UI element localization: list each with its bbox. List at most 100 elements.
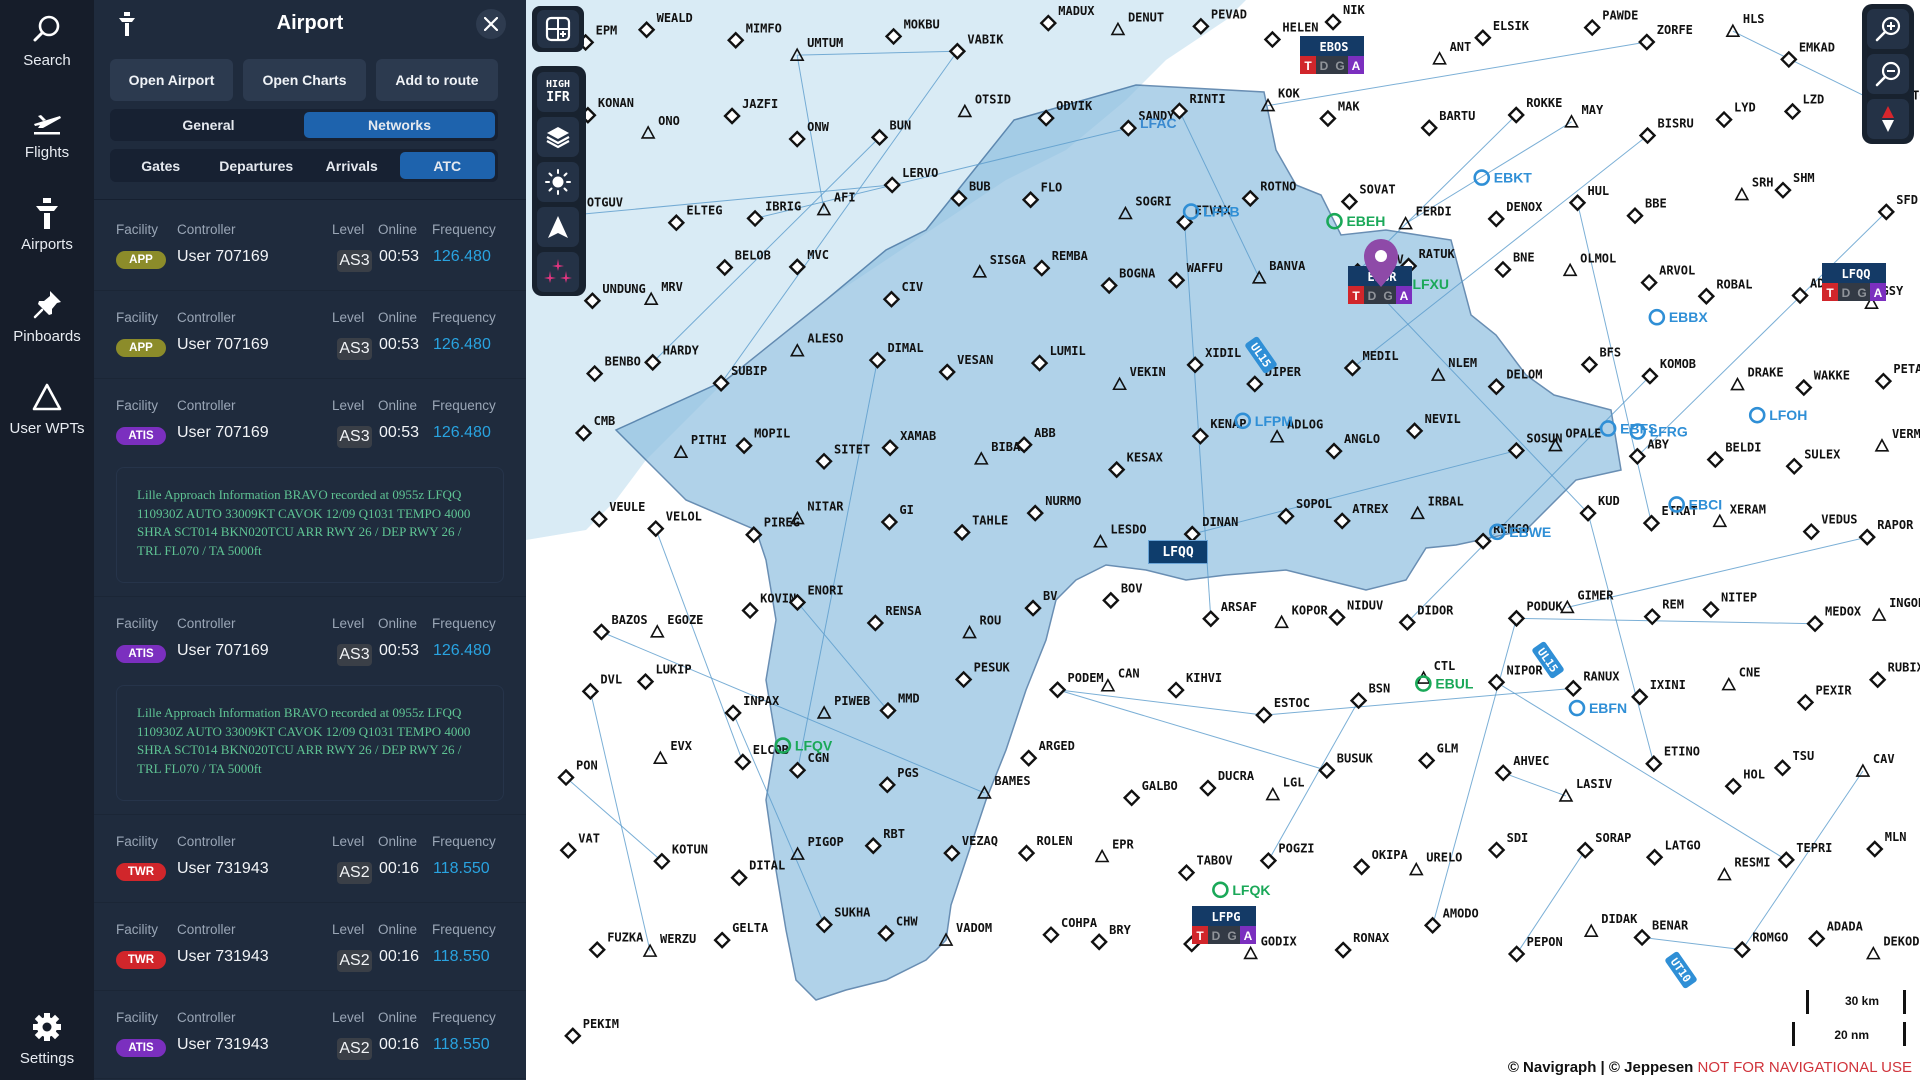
waypoint[interactable]: SDI [1487, 831, 1529, 859]
waypoint[interactable]: KIHVI [1167, 671, 1222, 699]
waypoint[interactable]: BENAR [1633, 918, 1689, 947]
waypoint[interactable]: WERZU [642, 932, 696, 957]
waypoint[interactable]: EVX [652, 739, 693, 764]
map-view[interactable]: EPM WEALD MIMFO UMTUM MOKBU VABIK MADUX DENUT PE… [526, 0, 1920, 1080]
waypoint[interactable]: ROMGO [1733, 931, 1788, 959]
waypoint[interactable]: REM [1643, 598, 1684, 626]
north-up-button[interactable] [537, 207, 579, 247]
waypoint[interactable]: WAKKE [1795, 369, 1850, 397]
waypoint[interactable]: LASIV [1558, 777, 1612, 802]
airport-marker[interactable]: LFQK [1212, 881, 1270, 899]
waypoint[interactable]: ZORFE [1638, 23, 1693, 51]
waypoint[interactable]: ABY [1628, 437, 1670, 466]
waypoint[interactable]: ANT [1432, 40, 1472, 65]
waypoint[interactable]: ELSIK [1474, 19, 1530, 47]
waypoint[interactable]: NITEP [1702, 591, 1757, 619]
waypoint[interactable]: LUKIP [636, 663, 692, 691]
waypoint[interactable]: DIDOR [1398, 603, 1454, 632]
waypoint[interactable]: INGOR [1871, 596, 1920, 621]
airport-marker[interactable]: EBFN [1568, 699, 1627, 717]
waypoint[interactable]: GELTA [713, 921, 769, 949]
waypoint[interactable]: OLMOL [1562, 251, 1616, 277]
airport-marker[interactable]: LFOH [1748, 406, 1807, 424]
waypoint[interactable]: BELDI [1706, 441, 1761, 469]
close-button[interactable] [476, 9, 506, 39]
waypoint[interactable]: CNE [1721, 666, 1761, 691]
waypoint[interactable]: SOVAT [1340, 183, 1396, 211]
waypoint[interactable]: URELO [1408, 851, 1462, 876]
waypoint[interactable]: VELOL [647, 510, 702, 538]
waypoint[interactable]: HUL [1568, 184, 1609, 212]
waypoint[interactable]: AMODO [1423, 906, 1479, 935]
atc-controller-list[interactable]: Facility Controller Level Online Frequen… [94, 203, 526, 1079]
waypoint[interactable]: AHVEC [1494, 754, 1549, 782]
waypoint[interactable]: KOMOB [1641, 357, 1696, 385]
zoom-out-button[interactable] [1867, 54, 1909, 94]
open-charts-button[interactable]: Open Charts [243, 59, 366, 101]
waypoint[interactable]: VAT [559, 831, 600, 859]
atc-controller-row[interactable]: Facility Controller Level Online Frequen… [94, 597, 526, 685]
waypoint[interactable]: LATGO [1645, 838, 1701, 866]
tab-departures[interactable]: Departures [209, 152, 305, 179]
frequency-value[interactable]: 126.480 [433, 248, 491, 266]
chart-type-button[interactable]: HIGH IFR [537, 72, 579, 112]
waypoint[interactable]: RAPOR [1858, 518, 1914, 546]
waypoint[interactable]: PEPON [1507, 935, 1563, 963]
airport-marker[interactable]: EBEH [1326, 212, 1385, 230]
waypoint[interactable]: BRY [1090, 923, 1132, 951]
waypoint[interactable]: BARTU [1420, 109, 1475, 137]
tab-atc[interactable]: ATC [399, 152, 495, 179]
waypoint[interactable]: ADADA [1808, 920, 1864, 948]
waypoint[interactable]: MAK [1319, 99, 1360, 128]
waypoint[interactable]: HLS [1725, 12, 1765, 38]
waypoint[interactable]: FERDI [1398, 205, 1452, 230]
waypoint[interactable]: BNE [1494, 250, 1535, 279]
waypoint[interactable]: VEDUS [1802, 513, 1857, 541]
waypoint[interactable]: DIDAK [1583, 912, 1638, 937]
layers-button[interactable] [537, 117, 579, 157]
waypoint[interactable]: SRH [1734, 176, 1774, 201]
waypoint[interactable]: KOPOR [1274, 603, 1329, 629]
frequency-value[interactable]: 126.480 [433, 336, 491, 354]
theme-button[interactable] [537, 162, 579, 202]
map-canvas[interactable]: EPM WEALD MIMFO UMTUM MOKBU VABIK MADUX DENUT PE… [526, 0, 1920, 1080]
waypoint[interactable]: MAY [1564, 103, 1604, 128]
atc-controller-row[interactable]: Facility Controller Level Online Frequen… [94, 379, 526, 467]
atc-station-tag[interactable]: LFQQ T D G A [1822, 263, 1886, 301]
waypoint[interactable]: ROKKE [1507, 96, 1562, 124]
nav-user-wpts[interactable]: User WPTs [0, 380, 94, 437]
atc-controller-row[interactable]: Facility Controller Level Online Frequen… [94, 991, 526, 1079]
nav-flights[interactable]: Flights [0, 104, 94, 161]
atc-controller-row[interactable]: Facility Controller Level Online Frequen… [94, 815, 526, 903]
zoom-in-button[interactable] [1867, 9, 1909, 49]
waypoint[interactable]: EGOZE [649, 613, 703, 638]
nav-search[interactable]: Search [0, 12, 94, 69]
waypoint[interactable]: MLN [1866, 830, 1907, 858]
waypoint[interactable]: IXINI [1631, 678, 1686, 706]
waypoint[interactable]: KUD [1579, 494, 1620, 522]
waypoint[interactable]: GIMER [1560, 588, 1614, 614]
waypoint[interactable]: PODUK [1507, 599, 1563, 628]
tab-gates[interactable]: Gates [113, 152, 209, 179]
nav-pinboards[interactable]: Pinboards [0, 288, 94, 345]
atc-controller-row[interactable]: Facility Controller Level Online Frequen… [94, 291, 526, 379]
waypoint[interactable]: SORAP [1576, 831, 1631, 859]
waypoint[interactable]: RONAX [1334, 931, 1390, 959]
atc-controller-row[interactable]: Facility Controller Level Online Frequen… [94, 203, 526, 291]
waypoint[interactable]: EMKAD [1780, 40, 1835, 69]
waypoint[interactable]: NIDUV [1328, 598, 1383, 627]
waypoint[interactable]: OKIPA [1352, 848, 1409, 876]
waypoint[interactable]: PEKIM [564, 1017, 619, 1045]
waypoint[interactable]: DUCRA [1199, 769, 1255, 797]
waypoint[interactable]: PAWDE [1583, 9, 1638, 37]
waypoint[interactable]: RESMI [1717, 856, 1771, 881]
atc-station-tag[interactable]: EBOS T D G A [1300, 36, 1364, 74]
waypoint[interactable]: BAZOS [592, 613, 648, 641]
waypoint[interactable]: ESTOC [1255, 696, 1310, 724]
atc-controller-row[interactable]: Facility Controller Level Online Frequen… [94, 903, 526, 991]
waypoint[interactable]: PON [557, 758, 598, 787]
waypoint[interactable]: SULEX [1785, 447, 1841, 476]
waypoint[interactable]: DRAKE [1730, 366, 1784, 391]
waypoint[interactable]: SFD [1877, 193, 1918, 221]
waypoint[interactable]: BOV [1102, 581, 1143, 610]
